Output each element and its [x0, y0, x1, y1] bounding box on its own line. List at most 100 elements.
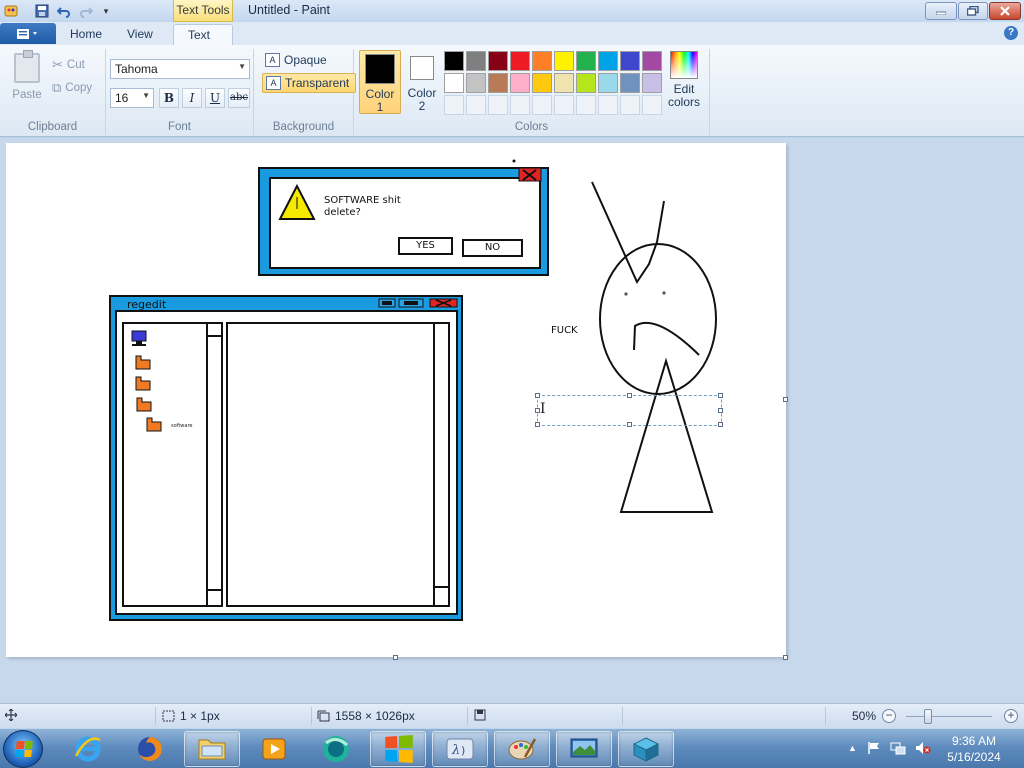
text-box-handle[interactable] [535, 393, 540, 398]
close-button[interactable] [989, 2, 1021, 20]
network-icon[interactable] [890, 741, 906, 758]
help-icon[interactable]: ? [1004, 26, 1018, 40]
firefox-icon[interactable] [122, 731, 178, 767]
font-size-select[interactable]: 16 ▼ [110, 88, 154, 108]
canvas-workspace: SOFTWARE shit delete? YES NO regedit sof… [0, 138, 1024, 703]
palette-swatch[interactable] [642, 51, 662, 71]
tab-view[interactable]: View [113, 24, 167, 45]
palette-swatch[interactable] [510, 73, 530, 93]
palette-empty-slot[interactable] [532, 95, 552, 115]
tab-text[interactable]: Text [173, 24, 233, 45]
color1-button[interactable]: Color 1 [359, 50, 401, 114]
zoom-in-button[interactable]: + [1004, 709, 1018, 723]
explorer-folder-icon[interactable] [184, 731, 240, 767]
color2-label-line2: 2 [418, 99, 426, 113]
palette-empty-slot[interactable] [620, 95, 640, 115]
xampp-icon[interactable]: λ) [432, 731, 488, 767]
palette-swatch[interactable] [466, 73, 486, 93]
file-size-icon [474, 709, 486, 721]
package-icon[interactable] [618, 731, 674, 767]
bold-button[interactable]: B [159, 88, 179, 108]
canvas-resize-handle-bottom[interactable] [393, 655, 398, 660]
screen-capture-icon[interactable] [556, 731, 612, 767]
palette-empty-slot[interactable] [576, 95, 596, 115]
canvas-resize-handle-right[interactable] [783, 397, 788, 402]
palette-swatch[interactable] [466, 51, 486, 71]
italic-button[interactable]: I [182, 88, 202, 108]
active-text-box[interactable]: I [535, 393, 723, 427]
palette-swatch[interactable] [444, 73, 464, 93]
paint-icon[interactable] [494, 731, 550, 767]
media-player-icon[interactable] [246, 731, 302, 767]
cut-button[interactable]: ✂ Cut [52, 57, 85, 73]
text-box-handle[interactable] [627, 393, 632, 398]
opaque-icon: A [265, 53, 280, 67]
undo-icon[interactable] [56, 3, 72, 19]
palette-swatch[interactable] [554, 51, 574, 71]
save-icon[interactable] [34, 3, 50, 19]
palette-swatch[interactable] [576, 51, 596, 71]
show-hidden-icons-icon[interactable]: ▲ [848, 743, 857, 753]
palette-swatch[interactable] [598, 73, 618, 93]
redo-icon[interactable] [78, 3, 94, 19]
copy-button[interactable]: ⧉ Copy [52, 80, 92, 96]
action-center-flag-icon[interactable] [867, 741, 881, 758]
palette-empty-slot[interactable] [466, 95, 486, 115]
zoom-slider-track[interactable] [906, 716, 992, 717]
strikethrough-button[interactable]: abc [228, 88, 250, 108]
palette-swatch[interactable] [554, 73, 574, 93]
palette-swatch[interactable] [620, 73, 640, 93]
start-button[interactable] [3, 730, 43, 768]
maximize-button[interactable] [958, 2, 988, 20]
regedit-title-drawing: regedit [127, 298, 167, 311]
window-title: Untitled - Paint [248, 3, 330, 17]
canvas-resize-handle-corner[interactable] [783, 655, 788, 660]
paint-menu-button[interactable] [0, 23, 56, 44]
palette-swatch[interactable] [488, 73, 508, 93]
palette-empty-slot[interactable] [598, 95, 618, 115]
palette-swatch[interactable] [598, 51, 618, 71]
taskbar-clock[interactable]: 9:36 AM 5/16/2024 [932, 733, 1016, 765]
palette-swatch[interactable] [444, 51, 464, 71]
customize-icon[interactable]: ▾ [98, 3, 114, 19]
palette-swatch[interactable] [532, 73, 552, 93]
drawing-canvas[interactable]: SOFTWARE shit delete? YES NO regedit sof… [6, 143, 786, 657]
clipboard-group-label: Clipboard [27, 121, 78, 133]
text-box-handle[interactable] [718, 393, 723, 398]
transparent-label: Transparent [285, 76, 350, 90]
text-box-handle[interactable] [718, 408, 723, 413]
zoom-out-button[interactable]: − [882, 709, 896, 723]
paint-app-icon[interactable] [3, 3, 19, 19]
palette-swatch[interactable] [510, 51, 530, 71]
color2-button[interactable]: Color 2 [401, 50, 443, 114]
windows-update-icon[interactable] [370, 731, 426, 767]
underline-button[interactable]: U [205, 88, 225, 108]
transparent-option[interactable]: A Transparent [262, 73, 357, 93]
palette-empty-slot[interactable] [444, 95, 464, 115]
palette-empty-slot[interactable] [488, 95, 508, 115]
canvas-size: 1558 × 1026px [317, 709, 415, 723]
tab-home[interactable]: Home [56, 24, 116, 45]
browser-app-icon[interactable] [308, 731, 364, 767]
zoom-slider-thumb[interactable] [924, 709, 932, 724]
text-box-handle[interactable] [535, 422, 540, 427]
font-family-select[interactable]: Tahoma ▼ [110, 59, 250, 79]
palette-empty-slot[interactable] [554, 95, 574, 115]
text-box-handle[interactable] [718, 422, 723, 427]
palette-swatch[interactable] [532, 51, 552, 71]
palette-empty-slot[interactable] [642, 95, 662, 115]
opaque-option[interactable]: A Opaque [262, 51, 333, 71]
paste-button[interactable]: Paste [10, 50, 44, 101]
windows-logo-icon [15, 741, 33, 757]
palette-swatch[interactable] [642, 73, 662, 93]
palette-swatch[interactable] [576, 73, 596, 93]
palette-swatch[interactable] [488, 51, 508, 71]
palette-swatch[interactable] [620, 51, 640, 71]
volume-muted-icon[interactable] [915, 741, 931, 758]
edit-colors-button[interactable]: Edit colors [666, 51, 702, 109]
text-box-handle[interactable] [627, 422, 632, 427]
palette-empty-slot[interactable] [510, 95, 530, 115]
minimize-button[interactable] [925, 2, 957, 20]
dialog-message-line1: SOFTWARE shit [324, 195, 401, 206]
internet-explorer-icon[interactable] [60, 731, 116, 767]
